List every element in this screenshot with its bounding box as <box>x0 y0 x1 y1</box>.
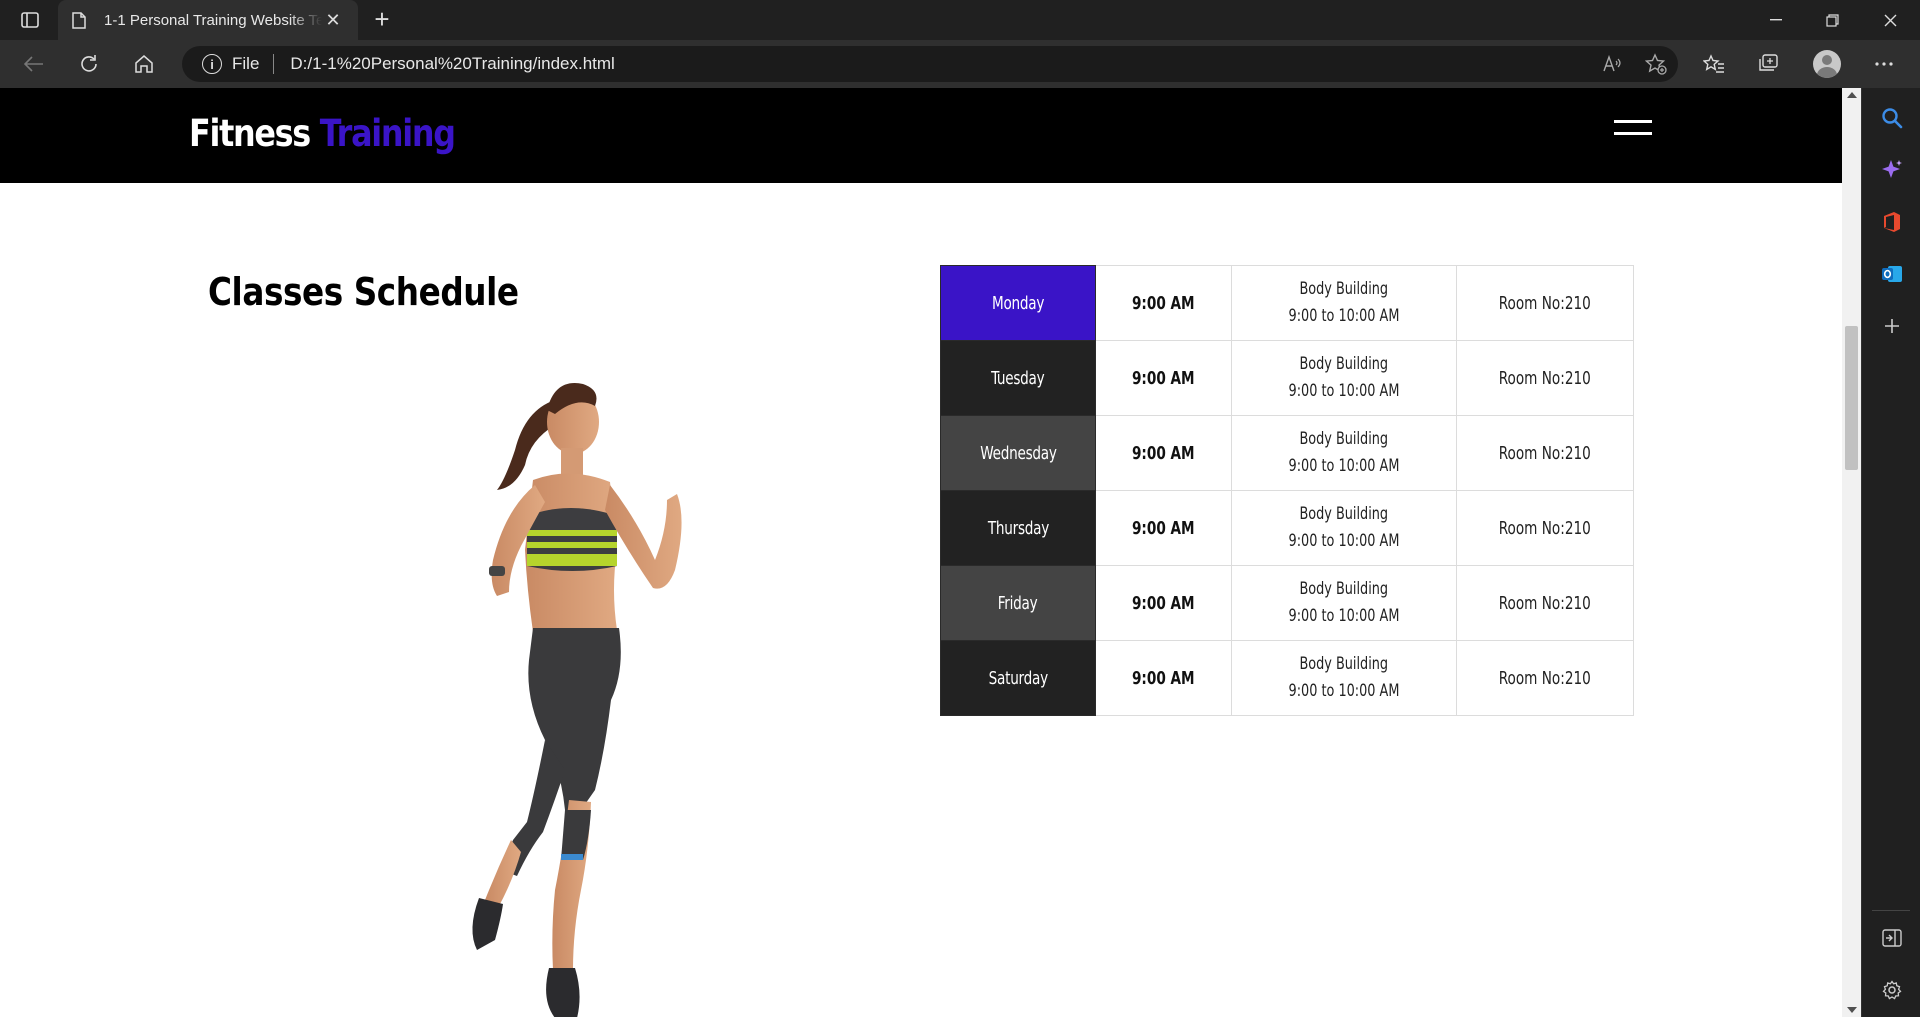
read-aloud-icon[interactable] <box>1590 55 1634 73</box>
runner-image <box>472 383 682 1017</box>
address-toolbar: i File D:/1-1%20Personal%20Training/inde… <box>0 40 1920 88</box>
hide-sidebar-icon[interactable] <box>1880 926 1904 950</box>
logo-word-training: Training <box>319 112 456 155</box>
time-cell: 9:00 AM <box>1095 640 1232 716</box>
copilot-icon[interactable] <box>1880 158 1904 182</box>
sidebar-divider <box>1872 910 1910 911</box>
table-row: Friday 9:00 AM Body Building 9:00 to 10:0… <box>940 565 1634 641</box>
minimize-icon[interactable] <box>1748 0 1804 40</box>
close-window-icon[interactable] <box>1862 0 1918 40</box>
day-cell: Saturday <box>940 640 1096 716</box>
separator <box>273 54 275 74</box>
refresh-icon[interactable] <box>73 50 105 78</box>
url-text[interactable]: D:/1-1%20Personal%20Training/index.html <box>290 54 1590 74</box>
site-info-icon[interactable]: i <box>202 54 222 74</box>
restore-icon[interactable] <box>1804 0 1860 40</box>
class-cell: Body Building 9:00 to 10:00 AM <box>1231 265 1457 341</box>
day-cell: Thursday <box>940 490 1096 566</box>
browser-tab[interactable]: 1-1 Personal Training Website Template ✕ <box>58 0 358 40</box>
edge-sidebar <box>1861 88 1920 1017</box>
logo-word-fitness: Fitness <box>189 112 311 155</box>
outlook-icon[interactable] <box>1880 262 1904 286</box>
scrollbar-thumb[interactable] <box>1845 326 1858 470</box>
add-favorite-icon[interactable] <box>1634 53 1678 75</box>
room-cell: Room No:210 <box>1456 640 1634 716</box>
time-cell: 9:00 AM <box>1095 340 1232 416</box>
day-cell: Friday <box>940 565 1096 641</box>
schedule-table: Monday 9:00 AM Body Building 9:00 to 10:0… <box>940 265 1634 716</box>
tab-strip: 1-1 Personal Training Website Template ✕… <box>0 0 1920 40</box>
tab-actions-icon[interactable] <box>14 8 46 32</box>
table-row: Monday 9:00 AM Body Building 9:00 to 10:0… <box>940 265 1634 341</box>
class-cell: Body Building 9:00 to 10:00 AM <box>1231 490 1457 566</box>
page-viewport: Fitness Training Classes Schedule Monday… <box>0 88 1842 1017</box>
search-icon[interactable] <box>1880 106 1904 130</box>
room-cell: Room No:210 <box>1456 565 1634 641</box>
room-cell: Room No:210 <box>1456 265 1634 341</box>
more-options-icon[interactable] <box>1866 50 1902 78</box>
office-icon[interactable] <box>1880 210 1904 234</box>
room-cell: Room No:210 <box>1456 490 1634 566</box>
class-cell: Body Building 9:00 to 10:00 AM <box>1231 640 1457 716</box>
day-cell: Wednesday <box>940 415 1096 491</box>
address-bar[interactable]: i File D:/1-1%20Personal%20Training/inde… <box>182 46 1678 82</box>
site-logo[interactable]: Fitness Training <box>189 112 456 155</box>
page-icon <box>72 11 92 29</box>
home-icon[interactable] <box>128 50 160 78</box>
add-sidebar-app-icon[interactable] <box>1880 314 1904 338</box>
scroll-up-icon[interactable] <box>1847 92 1857 98</box>
time-cell: 9:00 AM <box>1095 415 1232 491</box>
room-cell: Room No:210 <box>1456 415 1634 491</box>
class-cell: Body Building 9:00 to 10:00 AM <box>1231 415 1457 491</box>
site-header: Fitness Training <box>0 88 1842 183</box>
back-icon[interactable] <box>18 50 50 78</box>
scroll-down-icon[interactable] <box>1847 1007 1857 1013</box>
page-scrollbar[interactable] <box>1842 88 1861 1017</box>
settings-icon[interactable] <box>1880 978 1904 1002</box>
profile-avatar[interactable] <box>1813 50 1841 78</box>
tab-title: 1-1 Personal Training Website Template <box>104 11 322 29</box>
time-cell: 9:00 AM <box>1095 565 1232 641</box>
new-tab-button[interactable]: + <box>368 6 396 34</box>
class-cell: Body Building 9:00 to 10:00 AM <box>1231 565 1457 641</box>
menu-icon[interactable] <box>1614 120 1652 142</box>
time-cell: 9:00 AM <box>1095 265 1232 341</box>
table-row: Saturday 9:00 AM Body Building 9:00 to 10… <box>940 640 1634 716</box>
tab-close-icon[interactable]: ✕ <box>322 10 344 31</box>
time-cell: 9:00 AM <box>1095 490 1232 566</box>
day-cell: Monday <box>940 265 1096 341</box>
day-cell: Tuesday <box>940 340 1096 416</box>
collections-icon[interactable] <box>1751 50 1787 78</box>
room-cell: Room No:210 <box>1456 340 1634 416</box>
file-label: File <box>232 54 260 73</box>
table-row: Thursday 9:00 AM Body Building 9:00 to 10… <box>940 490 1634 566</box>
table-row: Tuesday 9:00 AM Body Building 9:00 to 10:… <box>940 340 1634 416</box>
favorites-icon[interactable] <box>1696 50 1732 78</box>
section-title: Classes Schedule <box>208 270 519 314</box>
class-cell: Body Building 9:00 to 10:00 AM <box>1231 340 1457 416</box>
table-row: Wednesday 9:00 AM Body Building 9:00 to 1… <box>940 415 1634 491</box>
